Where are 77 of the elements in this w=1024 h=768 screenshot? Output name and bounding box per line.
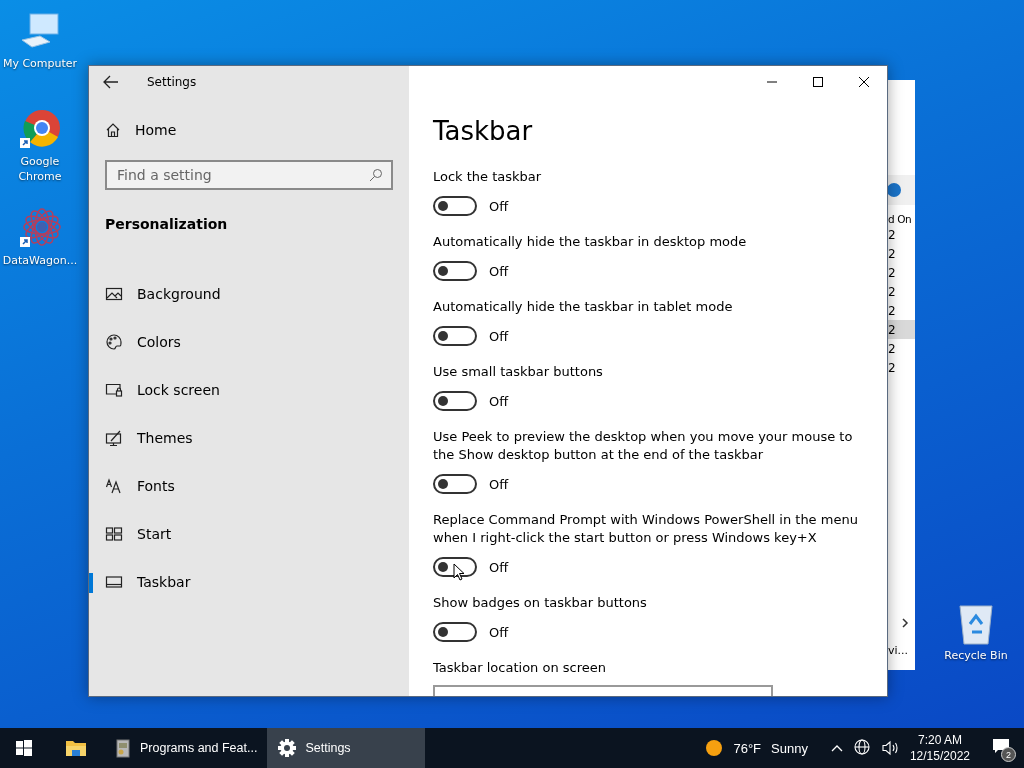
- gear-icon: [277, 738, 298, 758]
- table-row[interactable]: 2: [888, 282, 915, 301]
- recycle-bin-icon: [956, 602, 996, 646]
- back-arrow-icon[interactable]: [103, 75, 119, 89]
- setting-label: Show badges on taskbar buttons: [433, 594, 648, 612]
- toggle-state: Off: [489, 263, 509, 279]
- sidebar-item[interactable]: Colors: [89, 318, 409, 366]
- toggle-state: Off: [489, 198, 509, 214]
- column-header: d On: [888, 213, 912, 225]
- close-icon: [858, 76, 870, 88]
- sidebar-item[interactable]: Fonts: [89, 462, 409, 510]
- toggle-state: Off: [489, 328, 509, 344]
- windows-logo-icon: [16, 740, 32, 756]
- status-text: vi...: [888, 642, 910, 659]
- table-row[interactable]: 2: [888, 244, 915, 263]
- toggle-switch[interactable]: [433, 622, 477, 642]
- setting-label: Use small taskbar buttons: [433, 363, 604, 381]
- search-icon: [369, 168, 383, 182]
- table-row[interactable]: 2: [888, 225, 915, 244]
- toggle-switch[interactable]: [433, 474, 477, 494]
- setting-label: Replace Command Prompt with Windows PowerShell in the menu when I right-click the start button or press Windows key+X: [433, 511, 859, 547]
- setting-label: Automatically hide the taskbar in desktop mode: [433, 233, 748, 251]
- help-icon: [888, 182, 902, 198]
- message-icon: [992, 738, 1010, 754]
- sidebar-item[interactable]: Background: [89, 270, 409, 318]
- page-title: Taskbar: [433, 116, 534, 146]
- search-field[interactable]: Find a setting: [105, 160, 393, 190]
- toggle-switch[interactable]: [433, 261, 477, 281]
- toggle-state: Off: [489, 393, 509, 409]
- taskbar-button[interactable]: Settings: [267, 728, 426, 768]
- globe-icon[interactable]: [853, 739, 872, 757]
- lock-screen-icon: [105, 381, 123, 399]
- image-icon: [105, 285, 123, 303]
- toggle-switch[interactable]: [433, 196, 477, 216]
- toggle-state: Off: [489, 559, 509, 575]
- window-title: Settings: [147, 75, 197, 89]
- setting-label: Taskbar location on screen: [433, 659, 607, 677]
- section-heading: Personalization: [104, 215, 229, 234]
- start-layout-icon: [105, 525, 123, 543]
- chevron-up-icon[interactable]: [829, 743, 844, 753]
- sun-icon: [705, 739, 724, 757]
- themes-icon: [105, 429, 123, 447]
- table-row[interactable]: 2: [888, 339, 915, 358]
- maximize-icon: [812, 76, 824, 88]
- speaker-icon[interactable]: [881, 740, 900, 756]
- notification-count: 2: [1001, 747, 1016, 762]
- fonts-icon: [105, 477, 123, 495]
- desktop-icon-label[interactable]: My Computer: [0, 56, 80, 71]
- palette-icon: [105, 333, 123, 351]
- home-link[interactable]: Home: [89, 106, 409, 154]
- toggle-state: Off: [489, 476, 509, 492]
- setting-label: Automatically hide the taskbar in tablet mode: [433, 298, 734, 316]
- toggle-switch[interactable]: [433, 326, 477, 346]
- taskbar-button[interactable]: Programs and Feat...: [104, 728, 268, 768]
- weather-condition[interactable]: Sunny: [771, 740, 808, 756]
- clock[interactable]: 7:20 AM 12/15/2022: [909, 732, 970, 764]
- home-icon: [105, 122, 121, 138]
- setting-label: Lock the taskbar: [433, 168, 543, 186]
- programs-icon: [114, 738, 132, 758]
- desktop-icon-label[interactable]: Recycle Bin: [936, 648, 1016, 663]
- table-row[interactable]: 2: [888, 263, 915, 282]
- folder-icon: [65, 739, 87, 757]
- table-row[interactable]: 2: [888, 320, 915, 339]
- table-row[interactable]: 2: [888, 358, 915, 377]
- table-row[interactable]: 2: [888, 301, 915, 320]
- desktop-icon-label[interactable]: Google Chrome: [0, 154, 80, 184]
- desktop-icon-label[interactable]: DataWagon...: [0, 253, 80, 268]
- taskbar-icon: [105, 573, 123, 591]
- setting-label: Use Peek to preview the desktop when you move your mouse to the Show desktop button at the end of the taskbar: [433, 428, 854, 464]
- sidebar-item[interactable]: Taskbar: [89, 558, 409, 606]
- mouse-cursor-icon: [453, 563, 465, 581]
- sidebar-item[interactable]: Start: [89, 510, 409, 558]
- sidebar-item[interactable]: Themes: [89, 414, 409, 462]
- sidebar-item[interactable]: Lock screen: [89, 366, 409, 414]
- toggle-switch[interactable]: [433, 391, 477, 411]
- toggle-state: Off: [489, 624, 509, 640]
- weather-temperature[interactable]: 76°F: [733, 740, 762, 756]
